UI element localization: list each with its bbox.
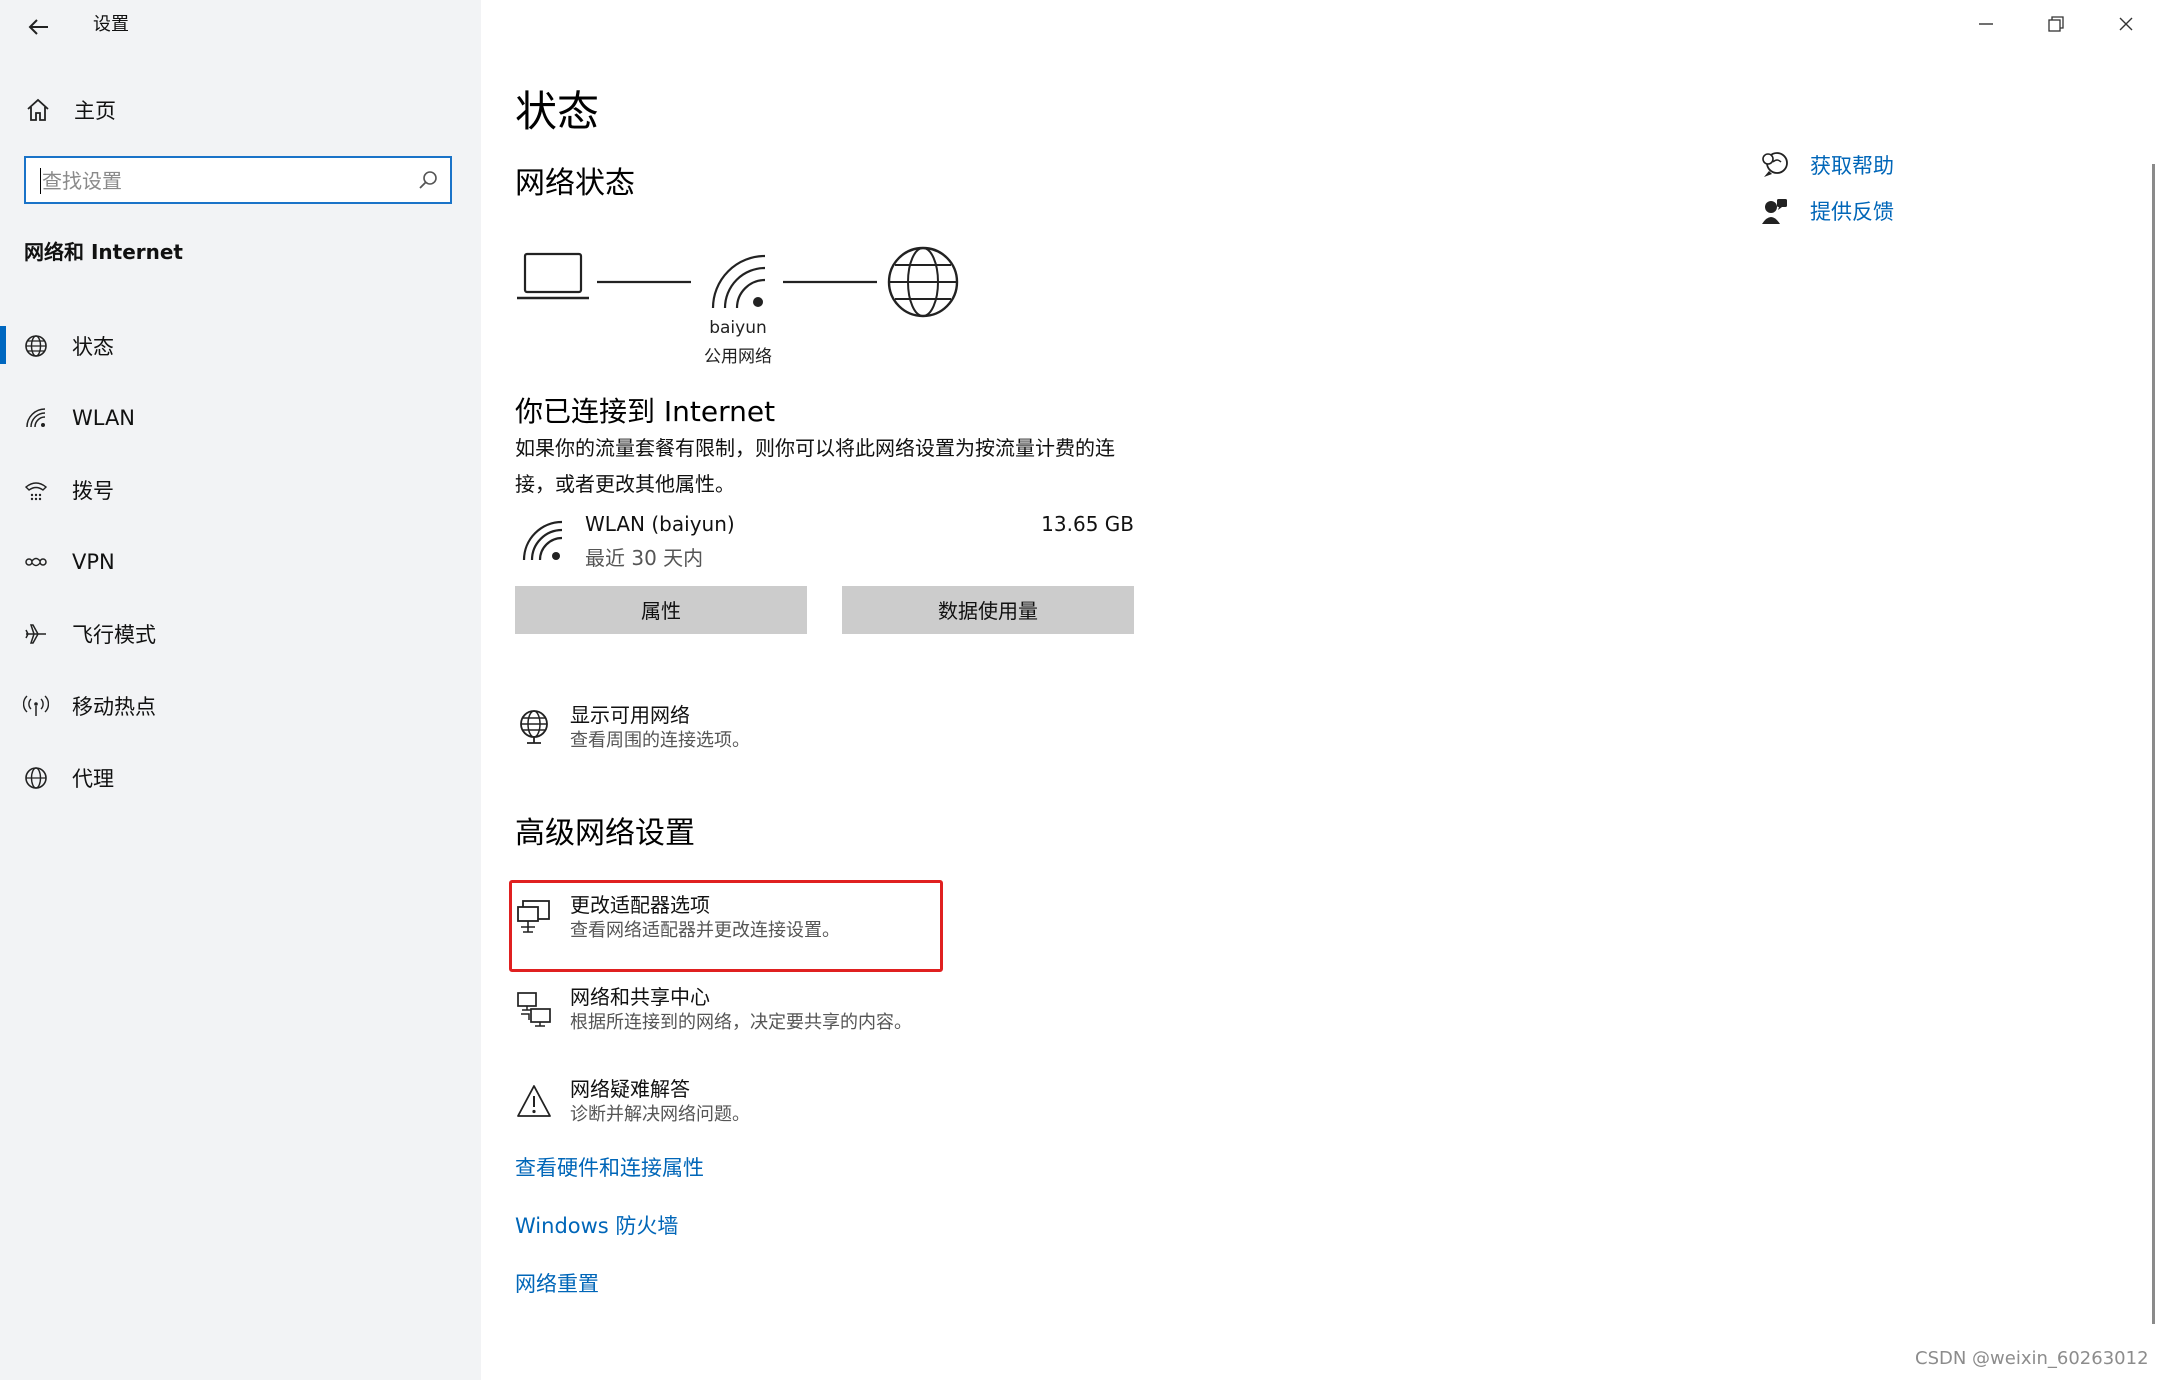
option-title: 显示可用网络 (570, 703, 690, 727)
sharing-center-option[interactable]: 网络和共享中心 根据所连接到的网络，决定要共享的内容。 (515, 984, 912, 1036)
sidebar-item-label: 状态 (72, 335, 114, 359)
connection-name: WLAN (baiyun) (585, 512, 735, 536)
sidebar-item-label: 飞行模式 (72, 623, 156, 647)
sidebar-item-label: 代理 (72, 767, 114, 791)
troubleshoot-option[interactable]: 网络疑难解答 诊断并解决网络问题。 (515, 1076, 750, 1128)
network-status-heading: 网络状态 (515, 166, 635, 201)
sidebar-item-dialup[interactable]: 拨号 (0, 454, 481, 526)
sidebar-item-label: 拨号 (72, 479, 114, 503)
wifi-signal-icon (711, 254, 766, 309)
laptop-icon (517, 252, 589, 300)
back-arrow-icon[interactable] (22, 10, 56, 44)
sidebar-nav: 状态 WLAN 拨号 VPN 飞行模式 移动热点 代理 (0, 310, 481, 814)
sidebar-item-hotspot[interactable]: 移动热点 (0, 670, 481, 742)
proxy-globe-icon (22, 764, 50, 792)
wifi-icon (22, 404, 50, 432)
properties-button[interactable]: 属性 (515, 586, 807, 634)
home-icon (24, 96, 52, 124)
warning-icon (515, 1082, 553, 1120)
connection-period: 最近 30 天内 (585, 546, 704, 570)
connection-usage: 13.65 GB (1041, 512, 1134, 536)
window-title: 设置 (93, 14, 129, 35)
sidebar-section-title: 网络和 Internet (24, 240, 183, 264)
text-caret (40, 168, 41, 194)
option-title: 更改适配器选项 (570, 893, 710, 917)
network-reset-link[interactable]: 网络重置 (515, 1268, 599, 1298)
sidebar-item-label: VPN (72, 550, 115, 574)
search-input[interactable] (40, 166, 404, 196)
network-type: 公用网络 (704, 347, 772, 367)
option-desc: 查看周围的连接选项。 (570, 730, 750, 751)
option-title: 网络和共享中心 (570, 985, 710, 1009)
wifi-connection-icon (522, 520, 563, 561)
sidebar-item-wlan[interactable]: WLAN (0, 382, 481, 454)
vpn-icon (22, 548, 50, 576)
connected-heading: 你已连接到 Internet (515, 395, 776, 428)
sidebar-item-airplane[interactable]: 飞行模式 (0, 598, 481, 670)
get-help-link[interactable]: 获取帮助 (1760, 150, 1894, 180)
internet-globe-icon (887, 246, 959, 318)
sharing-center-icon (515, 990, 553, 1028)
feedback-label: 提供反馈 (1810, 200, 1894, 224)
sidebar-item-vpn[interactable]: VPN (0, 526, 481, 598)
sidebar-item-label: 移动热点 (72, 695, 156, 719)
data-usage-button[interactable]: 数据使用量 (842, 586, 1134, 634)
search-box[interactable] (24, 156, 452, 204)
airplane-icon (22, 620, 50, 648)
show-networks-option[interactable]: 显示可用网络 查看周围的连接选项。 (515, 702, 750, 754)
home-label: 主页 (74, 99, 116, 123)
option-title: 网络疑难解答 (570, 1077, 690, 1101)
feedback-link[interactable]: 提供反馈 (1760, 196, 1894, 226)
option-desc: 根据所连接到的网络，决定要共享的内容。 (570, 1012, 912, 1033)
network-globe-icon (515, 708, 553, 746)
minimize-button[interactable] (1956, 6, 2016, 42)
hardware-properties-link[interactable]: 查看硬件和连接属性 (515, 1152, 704, 1182)
sidebar-item-status[interactable]: 状态 (0, 310, 481, 382)
sidebar-item-proxy[interactable]: 代理 (0, 742, 481, 814)
option-desc: 诊断并解决网络问题。 (570, 1104, 750, 1125)
adapter-icon (515, 898, 553, 936)
feedback-person-icon (1760, 196, 1790, 226)
advanced-settings-heading: 高级网络设置 (515, 816, 695, 851)
windows-firewall-link[interactable]: Windows 防火墙 (515, 1210, 678, 1240)
connected-description: 如果你的流量套餐有限制，则你可以将此网络设置为按流量计费的连接，或者更改其他属性… (515, 436, 1115, 496)
help-chat-icon (1760, 150, 1790, 180)
option-desc: 查看网络适配器并更改连接设置。 (570, 920, 840, 941)
hotspot-icon (22, 692, 50, 720)
sidebar-item-label: WLAN (72, 406, 136, 430)
dialup-icon (22, 476, 50, 504)
change-adapter-option[interactable]: 更改适配器选项 查看网络适配器并更改连接设置。 (515, 892, 840, 944)
get-help-label: 获取帮助 (1810, 154, 1894, 178)
scrollbar[interactable] (2152, 164, 2155, 1324)
search-icon[interactable] (416, 168, 440, 192)
sidebar: 设置 主页 网络和 Internet 状态 WLAN (0, 0, 481, 1380)
restore-button[interactable] (2026, 6, 2086, 42)
status-globe-icon (22, 332, 50, 360)
sidebar-home[interactable]: 主页 (24, 90, 116, 130)
close-button[interactable] (2096, 6, 2156, 42)
network-name: baiyun (709, 318, 767, 338)
watermark: CSDN @weixin_60263012 (1915, 1348, 2149, 1369)
page-title: 状态 (515, 87, 600, 136)
